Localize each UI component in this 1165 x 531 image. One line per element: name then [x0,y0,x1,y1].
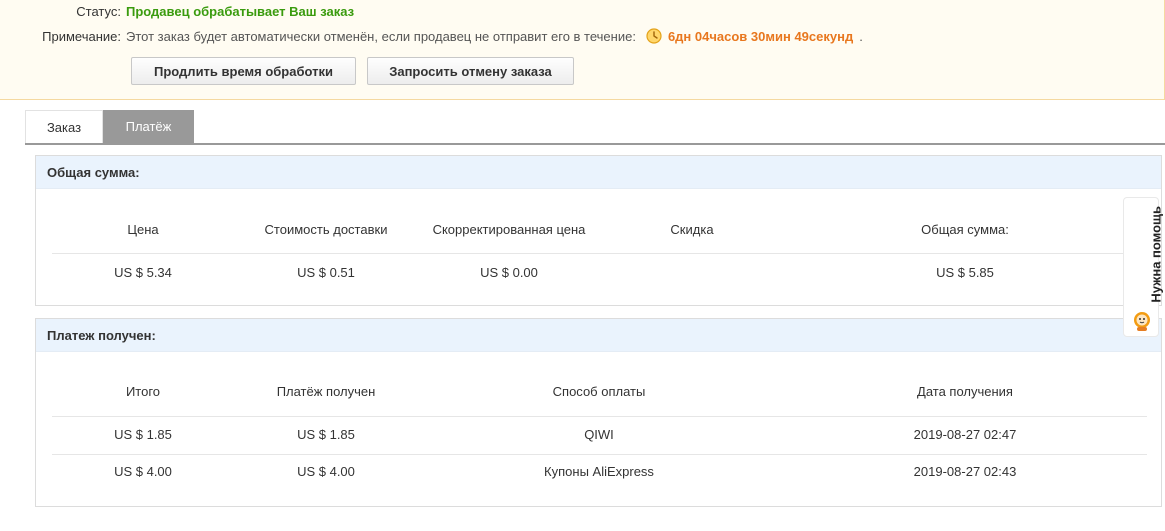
payment-col-received: Платёж получен [276,384,376,399]
payment-row2-received: US $ 4.00 [297,464,355,479]
payment-row1-date: 2019-08-27 02:47 [913,427,1017,442]
payment-col-total: Итого [125,384,161,399]
payment-divider [52,416,1147,417]
total-val-price: US $ 5.34 [114,265,172,280]
total-col-shipping: Стоимость доставки [264,222,388,237]
total-val-adjusted: US $ 0.00 [480,265,538,280]
total-panel: Общая сумма: Цена Стоимость доставки Ско… [35,155,1162,306]
total-val-sum: US $ 5.85 [936,265,994,280]
payment-panel-heading: Платеж получен: [36,319,1161,352]
payment-row2-method: Купоны AliExpress [544,464,654,479]
payment-col-method: Способ оплаты [552,384,646,399]
mascot-icon [1131,310,1153,332]
total-divider [52,253,1147,254]
payment-panel: Платеж получен: Итого Платёж получен Спо… [35,318,1162,507]
payment-row1-received: US $ 1.85 [297,427,355,442]
status-value: Продавец обрабатывает Ваш заказ [126,4,355,19]
note-end: . [859,28,863,44]
total-col-sum: Общая сумма: [921,222,1009,237]
help-widget[interactable]: Нужна помощь [1123,197,1164,337]
countdown-timer: 6дн 04часов 30мин 49секунд [667,28,854,44]
payment-row2-date: 2019-08-27 02:43 [913,464,1017,479]
total-col-adjusted: Скорректированная цена [432,222,586,237]
payment-row2-total: US $ 4.00 [114,464,172,479]
total-panel-heading: Общая сумма: [36,156,1161,189]
tab-payment[interactable]: Платёж [103,110,194,143]
note-label: Примечание: [42,28,121,44]
note-row: Примечание: Этот заказ будет автоматичес… [0,28,863,44]
total-val-shipping: US $ 0.51 [297,265,355,280]
tab-order[interactable]: Заказ [25,110,103,143]
tab-bar: Заказ Платёж [25,110,1165,145]
total-col-discount: Скидка [670,222,714,237]
status-label: Статус: [76,4,121,19]
extend-processing-button[interactable]: Продлить время обработки [131,57,356,85]
status-row: Статус: Продавец обрабатывает Ваш заказ [0,4,354,19]
clock-icon [646,28,662,44]
note-text: Этот заказ будет автоматически отменён, … [126,28,636,44]
payment-row1-total: US $ 1.85 [114,427,172,442]
payment-row1-method: QIWI [584,427,614,442]
request-cancel-button[interactable]: Запросить отмену заказа [367,57,574,85]
payment-row-divider [52,454,1147,455]
total-col-price: Цена [127,222,159,237]
payment-col-date: Дата получения [917,384,1013,399]
help-label: Нужна помощь [1148,206,1164,303]
